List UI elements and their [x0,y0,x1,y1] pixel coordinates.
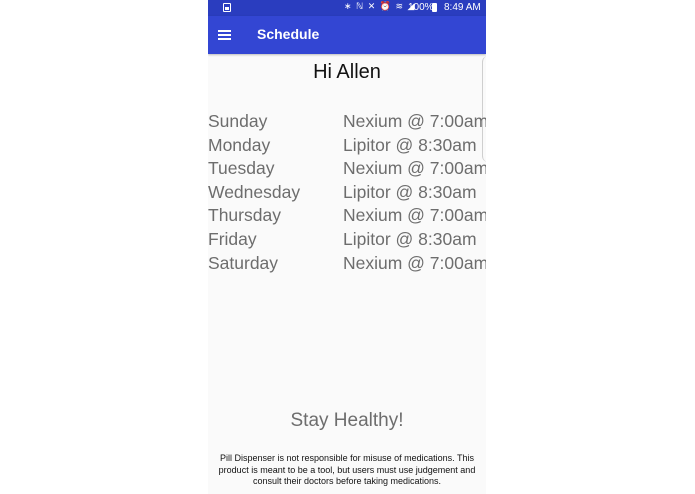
schedule-day: Saturday [208,252,279,273]
hamburger-menu-icon[interactable] [218,26,232,44]
schedule-medication: Nexium @ 7:00am [343,252,486,273]
status-bar: ∗ ℕ ✕ ⏰ ≋ ◢ 100% 8:49 AM [208,0,486,16]
app-bar-title: Schedule [257,26,320,42]
schedule-row: Saturday Nexium @ 7:00am [208,253,486,277]
schedule-medication: Lipitor @ 8:30am [343,181,477,202]
schedule-medication: Nexium @ 7:00am [343,111,486,131]
schedule-row: Wednesday Lipitor @ 8:30am [208,182,486,206]
greeting-heading: Hi Allen [313,61,381,83]
stay-healthy-message: Stay Healthy! [290,410,404,431]
disclaimer-line: consult their doctors before taking medi… [252,476,442,486]
disclaimer-line: Pill Dispenser is not responsible for mi… [220,453,474,463]
disclaimer: Pill Dispenser is not responsible for mi… [208,453,486,488]
schedule-medication: Lipitor @ 8:30am [343,228,477,249]
schedule-row: Tuesday Nexium @ 7:00am [208,158,486,182]
app-bar: Schedule [208,16,486,54]
battery-percent: 100% [408,2,434,13]
schedule-day: Wednesday [208,181,301,202]
schedule-medication: Lipitor @ 8:30am [343,134,477,155]
schedule-medication: Nexium @ 7:00am [343,158,486,179]
schedule-day: Friday [208,228,257,249]
schedule-row: Thursday Nexium @ 7:00am [208,205,486,229]
schedule-medication: Nexium @ 7:00am [343,205,486,226]
status-icons: ∗ ℕ ✕ ⏰ ≋ ◢ [344,1,416,11]
schedule-day: Sunday [208,111,268,131]
schedule-day: Monday [208,134,271,155]
schedule-day: Tuesday [208,158,275,179]
schedule-row: Monday Lipitor @ 8:30am [208,135,486,159]
battery-icon [432,3,437,12]
schedule-row: Friday Lipitor @ 8:30am [208,229,486,253]
disclaimer-line: product is meant to be a tool, but users… [218,464,476,475]
phone-screen: ∗ ℕ ✕ ⏰ ≋ ◢ 100% 8:49 AM Schedule Hi All… [208,0,486,494]
schedule-day: Thursday [208,205,281,226]
image-icon [223,3,231,12]
status-time: 8:49 AM [444,2,481,13]
schedule-list: Sunday Nexium @ 7:00am Monday Lipitor @ … [208,111,486,276]
schedule-row: Sunday Nexium @ 7:00am [208,111,486,135]
